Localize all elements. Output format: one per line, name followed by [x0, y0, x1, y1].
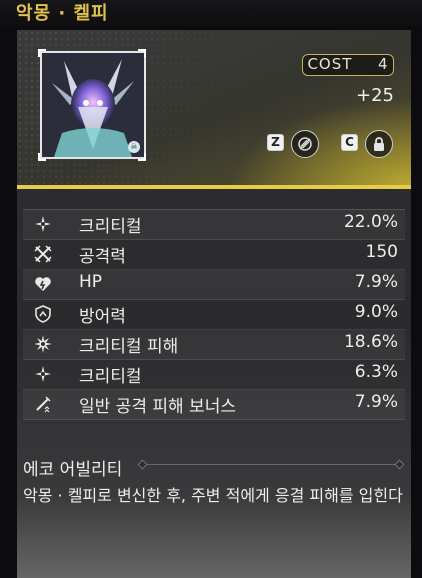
- stat-row-main: 공격력 150: [23, 240, 405, 270]
- cost-value: 4: [377, 55, 389, 73]
- stat-value: 6.3%: [354, 362, 398, 382]
- stat-row-sub: HP 7.9%: [23, 270, 405, 300]
- hp-icon: [35, 277, 51, 291]
- echo-portrait: ☠: [40, 51, 146, 159]
- stat-name: 크리티컬 피해: [79, 337, 179, 357]
- kelpie-portrait-icon: [42, 53, 144, 157]
- stat-row-sub: 일반 공격 피해 보너스 7.9%: [23, 390, 405, 420]
- stat-value: 150: [365, 242, 398, 262]
- attack-icon: [34, 245, 52, 263]
- crit-rate-icon: [35, 216, 51, 232]
- echo-name: 악몽 · 켈피: [16, 3, 109, 24]
- stat-value: 22.0%: [343, 212, 398, 232]
- discard-icon: [298, 137, 312, 151]
- defense-icon: [35, 305, 51, 323]
- stat-name: 방어력: [79, 307, 126, 327]
- discard-toggle-button[interactable]: [291, 130, 319, 158]
- corner-mark: [138, 153, 146, 161]
- corner-mark: [138, 49, 146, 57]
- stat-name: 공격력: [79, 247, 126, 267]
- corner-mark: [38, 49, 46, 57]
- lock-icon: [374, 137, 384, 151]
- crit-dmg-icon: [34, 335, 52, 353]
- echo-header: ☠ COST 4 +25 Z C: [17, 30, 411, 189]
- stat-value: 7.9%: [354, 272, 398, 292]
- stat-name: 크리티컬: [79, 367, 142, 387]
- stat-value: 7.9%: [354, 392, 398, 412]
- cost-badge: COST 4: [302, 54, 394, 76]
- stat-name: HP: [79, 272, 103, 292]
- echo-detail-panel: ☠ COST 4 +25 Z C 크리티컬 22.0% 공격력 150 HP 7…: [17, 30, 411, 578]
- title-bar: 악몽 · 켈피: [0, 0, 422, 26]
- key-hint-c: C: [341, 134, 358, 151]
- stat-row-sub: 크리티컬 피해 18.6%: [23, 330, 405, 360]
- stat-name: 일반 공격 피해 보너스: [79, 397, 236, 417]
- stat-value: 9.0%: [354, 302, 398, 322]
- cost-label: COST: [307, 55, 353, 73]
- crit-rate-icon: [35, 366, 51, 382]
- lock-button[interactable]: [365, 130, 393, 158]
- stat-name: 크리티컬: [79, 217, 142, 237]
- stat-row-main: 크리티컬 22.0%: [23, 209, 405, 240]
- basic-attack-icon: [36, 396, 51, 413]
- ability-description: 악몽 · 켈피로 변신한 후, 주변 적에게 응결 피해를 입힌다: [23, 486, 403, 505]
- echo-level: +25: [356, 85, 394, 106]
- stat-row-sub: 크리티컬 6.3%: [23, 360, 405, 390]
- corner-mark: [38, 153, 46, 161]
- ability-title: 에코 어빌리티: [23, 460, 123, 480]
- key-hint-z: Z: [267, 134, 284, 151]
- stat-row-sub: 방어력 9.0%: [23, 300, 405, 330]
- skull-icon: ☠: [128, 141, 140, 153]
- ability-divider: [145, 464, 397, 465]
- stat-list: 크리티컬 22.0% 공격력 150 HP 7.9% 방어력 9.0% 크리티컬…: [17, 209, 411, 420]
- stat-value: 18.6%: [343, 332, 398, 352]
